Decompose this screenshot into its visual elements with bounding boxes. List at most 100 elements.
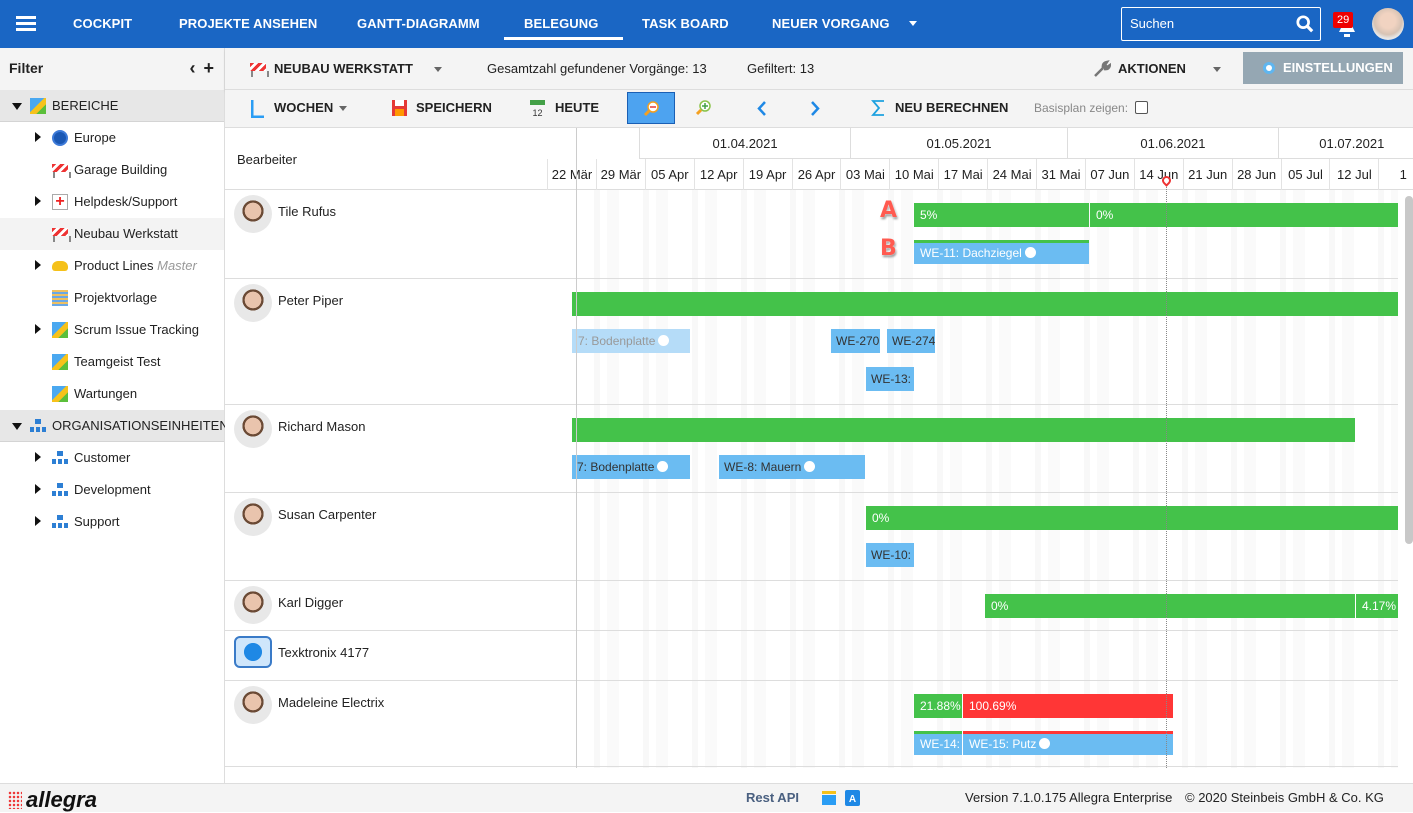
settings-label: EINSTELLUNGEN (1283, 60, 1393, 75)
recalculate-button[interactable]: NEU BERECHNEN (895, 90, 1008, 126)
item-label: Teamgeist Test (74, 354, 161, 369)
resource-name[interactable]: Madeleine Electrix (278, 695, 384, 710)
load-bar[interactable]: 0% (985, 594, 1355, 618)
user-avatar[interactable] (1372, 8, 1404, 40)
nav-projekte-ansehen[interactable]: PROJEKTE ANSEHEN (179, 0, 317, 48)
weeks-dropdown[interactable]: WOCHEN (274, 90, 333, 126)
task-bar[interactable]: WE-270 (831, 329, 880, 353)
sidebar-item-product-lines[interactable]: Product Lines Master (0, 250, 224, 282)
rest-api-link[interactable]: Rest API (746, 784, 799, 812)
task-bar[interactable]: WE-13: (866, 367, 914, 391)
week-header: 07 Jun (1084, 159, 1134, 190)
actions-button[interactable]: AKTIONEN (1118, 48, 1186, 90)
collapsed-triangle-icon[interactable] (35, 260, 41, 270)
load-bar[interactable]: 21.88% (914, 694, 962, 718)
collapsed-triangle-icon[interactable] (35, 132, 41, 142)
menu-icon[interactable] (16, 16, 36, 32)
sidebar-item-support[interactable]: Support (0, 506, 224, 538)
collapsed-triangle-icon[interactable] (35, 516, 41, 526)
copyright-text: © 2020 Steinbeis GmbH & Co. KG (1185, 790, 1384, 805)
collapsed-triangle-icon[interactable] (35, 324, 41, 334)
add-icon[interactable]: + (203, 58, 214, 78)
search-placeholder: Suchen (1130, 16, 1175, 31)
collapsed-triangle-icon[interactable] (35, 196, 41, 206)
load-bar[interactable] (572, 292, 1398, 316)
column-divider[interactable] (576, 128, 577, 768)
notification-badge[interactable]: 29 (1333, 12, 1354, 28)
clapperboard-icon[interactable] (821, 790, 837, 806)
task-bar[interactable]: 7: Bodenplatte (572, 455, 690, 479)
load-bar[interactable]: 100.69% (963, 694, 1173, 718)
search-input[interactable]: Suchen (1121, 7, 1321, 41)
group-organisationseinheiten[interactable]: ORGANISATIONSEINHEITEN (0, 410, 229, 442)
previous-icon[interactable] (757, 101, 767, 116)
task-bar[interactable]: WE-11: Dachziegel (914, 240, 1089, 264)
milestone-icon (657, 461, 669, 472)
collapse-icon[interactable]: ‹ (189, 58, 195, 78)
nav-belegung[interactable]: BELEGUNG (503, 0, 625, 48)
task-bar[interactable]: 7: Bodenplatte (572, 329, 690, 353)
nav-task-board[interactable]: TASK BOARD (642, 0, 729, 48)
nav-cockpit[interactable]: COCKPIT (73, 0, 132, 48)
nav-neuer-vorgang[interactable]: NEUER VORGANG (772, 0, 890, 48)
task-label: WE-10: (871, 548, 912, 562)
month-header: 01.05.2021 (849, 128, 1068, 159)
filtered-count: Gefiltert: 13 (747, 61, 815, 76)
expanded-triangle-icon[interactable] (12, 423, 22, 430)
chevron-down-icon[interactable] (339, 106, 347, 111)
resource-name[interactable]: Susan Carpenter (278, 507, 376, 522)
save-button[interactable]: SPEICHERN (416, 90, 492, 126)
task-bar[interactable]: WE-274 (887, 329, 935, 353)
resource-name[interactable]: Karl Digger (278, 595, 343, 610)
sidebar-item-teamgeist-test[interactable]: Teamgeist Test (0, 346, 224, 378)
load-bar[interactable]: 5% (914, 203, 1089, 227)
collapsed-triangle-icon[interactable] (35, 452, 41, 462)
calendar-icon: 12 (530, 100, 545, 117)
wrench-icon[interactable] (1093, 60, 1111, 78)
resource-name[interactable]: Peter Piper (278, 293, 343, 308)
chevron-down-icon[interactable] (909, 21, 917, 26)
next-icon[interactable] (810, 101, 820, 116)
sidebar-item-helpdesk-support[interactable]: Helpdesk/Support (0, 186, 224, 218)
task-bar[interactable]: WE-14: (914, 731, 962, 755)
task-bar[interactable]: WE-10: (866, 543, 914, 567)
zoom-out-button[interactable] (627, 92, 675, 124)
task-bar[interactable]: WE-15: Putz (963, 731, 1173, 755)
task-label: WE-13: (871, 372, 912, 386)
resource-row: Susan Carpenter 0% WE-10: (225, 493, 1398, 581)
expanded-triangle-icon[interactable] (12, 103, 22, 110)
zoom-in-icon[interactable] (695, 99, 712, 116)
chevron-down-icon[interactable] (1213, 67, 1221, 72)
load-bar[interactable]: 4.17% (1356, 594, 1398, 618)
group-bereiche[interactable]: BEREICHE (0, 90, 224, 122)
chevron-down-icon[interactable] (434, 67, 442, 72)
search-icon[interactable] (1296, 15, 1314, 33)
settings-button[interactable]: EINSTELLUNGEN (1243, 52, 1403, 84)
project-selector[interactable]: NEUBAU WERKSTATT (274, 48, 413, 90)
collapsed-triangle-icon[interactable] (35, 484, 41, 494)
task-label: WE-15: Putz (969, 737, 1037, 751)
nav-gantt-diagramm[interactable]: GANTT-DIAGRAMM (357, 0, 480, 48)
vertical-scrollbar[interactable] (1405, 196, 1413, 544)
sidebar-item-projektvorlage[interactable]: Projektvorlage (0, 282, 224, 314)
resource-name[interactable]: Tile Rufus (278, 204, 336, 219)
load-bar[interactable] (572, 418, 1355, 442)
task-bar[interactable]: WE-8: Mauern (719, 455, 865, 479)
load-bar[interactable]: 0% (866, 506, 1398, 530)
save-icon (392, 100, 407, 116)
sidebar-item-development[interactable]: Development (0, 474, 224, 506)
sidebar-item-europe[interactable]: Europe (0, 122, 224, 154)
sidebar-item-scrum-issue-tracking[interactable]: Scrum Issue Tracking (0, 314, 224, 346)
sidebar-item-customer[interactable]: Customer (0, 442, 224, 474)
sidebar-item-garage-building[interactable]: Garage Building (0, 154, 224, 186)
today-button[interactable]: HEUTE (555, 90, 599, 126)
sidebar-item-wartungen[interactable]: Wartungen (0, 378, 224, 410)
app-a-icon[interactable]: A (845, 790, 860, 806)
task-label: WE-270 (836, 334, 880, 348)
resource-name[interactable]: Richard Mason (278, 419, 365, 434)
resource-name[interactable]: Texktronix 4177 (278, 645, 369, 660)
sidebar-item-neubau-werkstatt[interactable]: Neubau Werkstatt (0, 218, 224, 250)
load-bar[interactable]: 0% (1090, 203, 1398, 227)
baseline-checkbox[interactable] (1135, 101, 1148, 114)
today-line (1166, 180, 1167, 768)
